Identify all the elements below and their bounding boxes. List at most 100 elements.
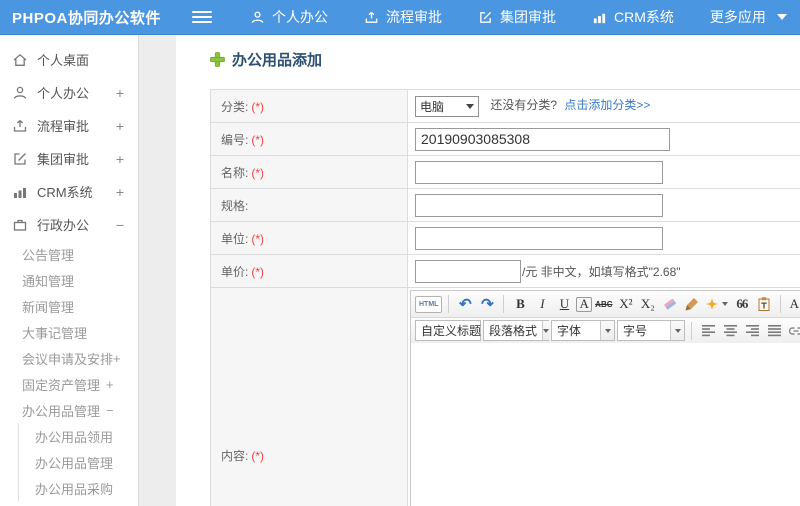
dropdown-label: 段落格式	[489, 324, 538, 338]
paste-text-button[interactable]	[754, 294, 774, 315]
font-color-button[interactable]: A	[787, 294, 800, 315]
office-supply-form: 分类: (*) 电脑 还没有分类? 点击添加分类>> 编号: (*) 20190…	[210, 89, 800, 506]
expand-toggle[interactable]: +	[116, 85, 124, 101]
price-input[interactable]	[415, 259, 521, 283]
category-selected-value: 电脑	[420, 99, 445, 114]
edit-icon	[14, 152, 26, 165]
remove-format-button[interactable]: A	[576, 296, 592, 312]
bar-chart-icon	[593, 13, 606, 23]
nav-workflow-approval[interactable]: 流程审批	[364, 7, 442, 27]
field-label: 单价:	[221, 264, 249, 279]
nav-group-approval[interactable]: 集团审批	[478, 7, 556, 27]
price-format-hint: /元 非中文，如填写格式"2.68"	[522, 265, 681, 279]
briefcase-icon	[13, 219, 27, 231]
nav-crm-system[interactable]: CRM系统	[592, 7, 674, 27]
redo-icon[interactable]: ↷	[477, 294, 497, 315]
category-select[interactable]: 电脑	[415, 95, 479, 117]
workflow-icon	[365, 11, 378, 23]
paragraph-format-dropdown[interactable]: 段落格式	[483, 320, 550, 341]
expand-toggle[interactable]: +	[116, 184, 124, 200]
sidebar-subitem-label: 办公用品管理	[22, 403, 101, 419]
expand-toggle[interactable]: +	[116, 151, 124, 167]
sidebar: 个人桌面 个人办公 + 流程审批 + 集团审批 + CRM系统 + 行政办公 −	[0, 35, 139, 506]
align-left-button[interactable]	[698, 320, 718, 341]
align-justify-button[interactable]	[764, 320, 784, 341]
sidebar-item-admin-office[interactable]: 行政办公 −	[0, 208, 138, 241]
expand-toggle[interactable]: +	[113, 351, 121, 366]
sidebar-subitem-office-supplies[interactable]: 办公用品管理 −	[0, 397, 138, 423]
nav-more-apps[interactable]: 更多应用	[710, 7, 787, 27]
format-painter-button[interactable]	[704, 294, 730, 315]
sidebar-subitem-announcements[interactable]: 公告管理	[0, 241, 138, 267]
undo-icon[interactable]: ↶	[455, 294, 475, 315]
required-mark: (*)	[251, 165, 265, 180]
field-label: 编号:	[221, 132, 249, 147]
bold-button[interactable]: B	[510, 294, 530, 315]
align-center-button[interactable]	[720, 320, 740, 341]
editor-content-area[interactable]	[411, 343, 800, 506]
page-title-text: 办公用品添加	[232, 52, 323, 69]
category-label-cell: 分类: (*)	[210, 89, 408, 123]
unit-value-cell	[407, 221, 800, 255]
superscript-button[interactable]: X²	[616, 294, 636, 315]
sidebar-subitem-notices[interactable]: 通知管理	[0, 267, 138, 293]
collapse-toggle[interactable]: −	[116, 217, 124, 233]
clean-format-button[interactable]	[682, 294, 702, 315]
price-value-cell: /元 非中文，如填写格式"2.68"	[407, 254, 800, 288]
html-source-button[interactable]: HTML	[415, 295, 443, 313]
strikethrough-button[interactable]: ABC	[594, 294, 614, 315]
edit-icon	[480, 11, 492, 23]
insert-link-button[interactable]	[786, 320, 800, 341]
sidebar-subitem-meetings[interactable]: 会议申请及安排 +	[0, 345, 138, 371]
field-label: 内容:	[221, 448, 249, 463]
blockquote-button[interactable]: 66	[732, 294, 752, 315]
align-justify-icon	[767, 325, 781, 337]
sidebar-item-label: CRM系统	[37, 185, 93, 200]
sidebar-subsubitem-supplies-management[interactable]: 办公用品管理	[19, 449, 138, 475]
form-row-category: 分类: (*) 电脑 还没有分类? 点击添加分类>>	[210, 89, 800, 123]
sidebar-item-label: 行政办公	[37, 218, 90, 233]
expand-toggle[interactable]: +	[116, 118, 124, 134]
person-icon	[13, 86, 27, 99]
collapse-toggle[interactable]: −	[106, 403, 114, 418]
font-size-dropdown[interactable]: 字号	[617, 320, 685, 341]
sidebar-item-desktop[interactable]: 个人桌面	[0, 43, 138, 76]
sidebar-subitem-news[interactable]: 新闻管理	[0, 293, 138, 319]
menu-toggle-icon[interactable]	[192, 11, 212, 23]
nav-item-label: 集团审批	[500, 9, 556, 25]
sidebar-subsubitem-supplies-requisition[interactable]: 办公用品领用	[19, 423, 138, 449]
expand-toggle[interactable]: +	[106, 377, 114, 392]
custom-title-dropdown[interactable]: 自定义标题	[415, 320, 494, 341]
spec-input[interactable]	[415, 193, 663, 217]
sidebar-item-crm[interactable]: CRM系统 +	[0, 175, 138, 208]
unit-input[interactable]	[415, 226, 663, 250]
sidebar-subitem-label: 通知管理	[22, 273, 75, 289]
sidebar-item-group-approval[interactable]: 集团审批 +	[0, 142, 138, 175]
add-category-link[interactable]: 点击添加分类>>	[564, 98, 650, 112]
sidebar-item-personal-office[interactable]: 个人办公 +	[0, 76, 138, 109]
editor-toolbar-row2: 自定义标题 段落格式 字体 字号	[411, 317, 800, 343]
eraser-button[interactable]	[660, 294, 680, 315]
font-family-dropdown[interactable]: 字体	[551, 320, 615, 341]
sidebar-subsubitem-supplies-purchase[interactable]: 办公用品采购	[19, 475, 138, 501]
align-right-button[interactable]	[742, 320, 762, 341]
sidebar-subitem-label: 新闻管理	[22, 299, 75, 315]
sidebar-item-workflow[interactable]: 流程审批 +	[0, 109, 138, 142]
number-input[interactable]	[415, 127, 670, 151]
underline-button[interactable]: U	[554, 294, 574, 315]
app-logo: PHPOA协同办公软件	[12, 9, 161, 27]
italic-button[interactable]: I	[532, 294, 552, 315]
sidebar-subsubitem-label: 办公用品领用	[35, 429, 114, 445]
nav-personal-office[interactable]: 个人办公	[250, 7, 328, 27]
dropdown-arrow	[600, 321, 614, 340]
sidebar-item-label: 个人办公	[37, 86, 90, 101]
field-label: 分类:	[221, 99, 249, 114]
name-input[interactable]	[415, 160, 663, 184]
sidebar-subitem-fixed-assets[interactable]: 固定资产管理 +	[0, 371, 138, 397]
unit-label-cell: 单位: (*)	[210, 221, 408, 255]
main-content: 办公用品添加 分类: (*) 电脑 还没有分类? 点击添加分类>> 编号: (*…	[176, 35, 800, 506]
subscript-button[interactable]: X₂	[638, 294, 658, 315]
align-center-icon	[723, 325, 737, 337]
sidebar-subitem-events[interactable]: 大事记管理	[0, 319, 138, 345]
caret-down-icon	[674, 328, 681, 333]
